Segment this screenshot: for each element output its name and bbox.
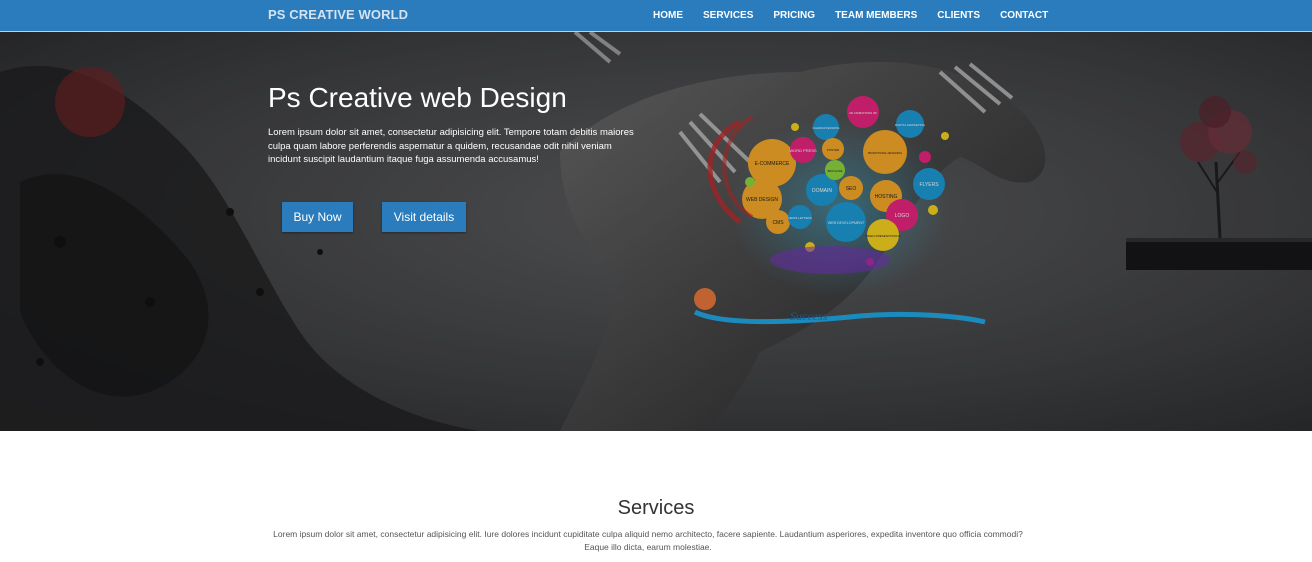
- visit-details-button[interactable]: Visit details: [382, 202, 466, 232]
- hero-banner: E-COMMERCE WORD PRESS WEB DESIGN DOMAIN …: [0, 32, 1312, 431]
- nav-services[interactable]: SERVICES: [693, 0, 763, 31]
- hero-overlay: [0, 32, 1312, 431]
- nav-links: HOME SERVICES PRICING TEAM MEMBERS CLIEN…: [643, 0, 1058, 31]
- nav-team-members[interactable]: TEAM MEMBERS: [825, 0, 927, 31]
- services-heading: Services: [617, 497, 695, 519]
- nav-pricing[interactable]: PRICING: [763, 0, 825, 31]
- buy-now-button[interactable]: Buy Now: [282, 202, 353, 232]
- navbar: PS CREATIVE WORLD HOME SERVICES PRICING …: [0, 0, 1312, 32]
- hero-description: Lorem ipsum dolor sit amet, consectetur …: [268, 127, 634, 166]
- hero-title: Ps Creative web Design: [268, 82, 567, 113]
- nav-contact[interactable]: CONTACT: [990, 0, 1058, 31]
- brand-logo[interactable]: PS CREATIVE WORLD: [268, 7, 408, 22]
- services-description: Lorem ipsum dolor sit amet, consectetur …: [273, 529, 1023, 552]
- nav-clients[interactable]: CLIENTS: [927, 0, 990, 31]
- nav-home[interactable]: HOME: [643, 0, 693, 31]
